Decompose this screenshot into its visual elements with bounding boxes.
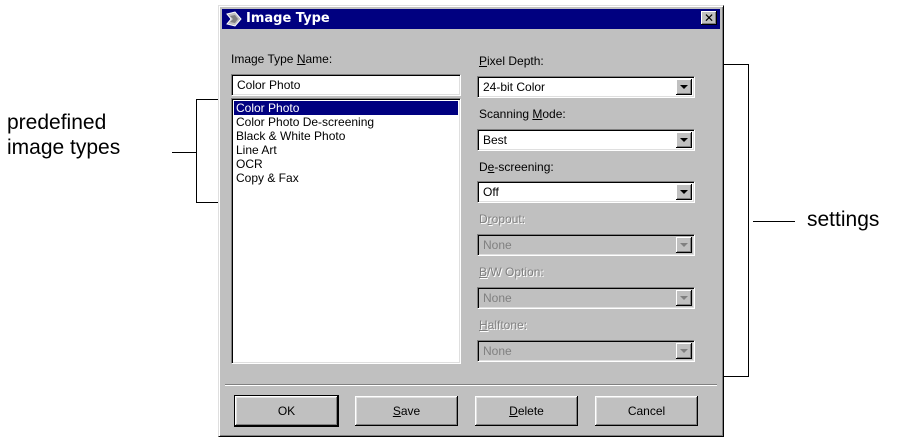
callout-left-bracket-vertical [196,99,197,203]
chevron-down-icon [676,343,692,359]
scanning-mode-label: Scanning Mode: [479,107,566,121]
annotation-predefined-image-types: predefined image types [7,110,120,160]
save-button[interactable]: Save [355,396,458,426]
list-item[interactable]: Copy & Fax [234,171,458,185]
callout-right-bracket-vertical [748,64,749,377]
list-item[interactable]: Line Art [234,143,458,157]
chevron-down-icon[interactable] [676,184,692,200]
app-icon [226,11,242,27]
pixel-depth-select[interactable]: 24-bit Color [477,76,695,98]
image-type-dialog: Image Type ✕ Image Type Name: Color Phot… [218,5,724,437]
callout-right-horizontal [753,221,795,222]
annotation-settings: settings [807,208,880,231]
image-type-name-label: Image Type Name: [231,52,333,66]
chevron-down-icon[interactable] [676,132,692,148]
list-item[interactable]: Black & White Photo [234,129,458,143]
halftone-label: Halftone: [479,318,528,332]
list-item[interactable]: Color Photo [234,101,458,115]
bw-option-label: B/W Option: [479,265,544,279]
callout-left-horizontal [172,152,196,153]
close-button[interactable]: ✕ [701,11,717,25]
delete-button[interactable]: Delete [475,396,578,426]
scanning-mode-select[interactable]: Best [477,129,695,151]
descreening-select[interactable]: Off [477,181,695,203]
divider [225,384,717,386]
list-item[interactable]: OCR [234,157,458,171]
chevron-down-icon [676,237,692,253]
annotation-line2: image types [7,136,121,159]
close-icon: ✕ [703,11,715,25]
halftone-select: None [477,340,695,362]
title-bar[interactable]: Image Type ✕ [222,9,720,29]
image-types-list[interactable]: Color Photo Color Photo De-screening Bla… [231,98,461,364]
cancel-button[interactable]: Cancel [595,396,698,426]
ok-button[interactable]: OK [234,395,339,427]
annotation-line1: predefined [7,111,107,134]
image-type-name-input[interactable]: Color Photo [231,74,461,96]
list-item[interactable]: Color Photo De-screening [234,115,458,129]
chevron-down-icon [676,290,692,306]
descreening-label: De-screening: [479,160,554,174]
bw-option-select: None [477,287,695,309]
dropout-select: None [477,234,695,256]
pixel-depth-label: Pixel Depth: [479,54,544,68]
dialog-title: Image Type [246,11,330,26]
chevron-down-icon[interactable] [676,79,692,95]
dropout-label: Dropout: [479,212,526,226]
